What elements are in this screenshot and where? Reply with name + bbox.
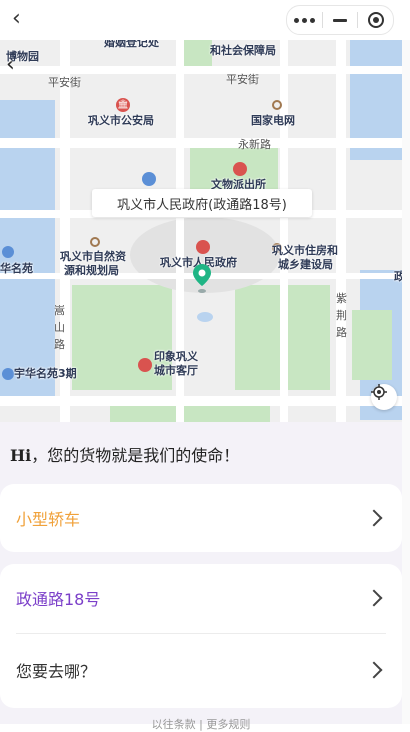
top-nav-bar: ‹ [0,0,410,40]
address-divider [16,633,386,634]
vehicle-card: 小型轿车 [0,484,402,552]
greeting-text: ，您的货物就是我们的使命！ [31,446,240,465]
to-address-row[interactable]: 您要去哪？ [16,636,386,704]
road-label-songshan-2: 山 [54,321,65,334]
poi-dot-icon [272,100,282,110]
greeting: Hi，您的货物就是我们的使命！ [10,442,239,466]
map-label-marriage: 婚姻登记处 [104,40,159,49]
map-label-grid: 国家电网 [251,114,295,127]
map-label-housing-2: 城乡建设局 [278,258,333,271]
road-label-songshan-1: 嵩 [54,304,65,317]
back-icon[interactable]: ‹ [12,8,34,30]
greeting-hi: Hi [10,446,32,465]
map-view[interactable]: ‹ 婚姻登记处 和社会保障局 博物园 平安街 平安街 永新路 🏛 巩义市公安局 … [0,40,410,422]
from-address-label: 政通路18号 [16,590,101,609]
poi-dot-icon [90,237,100,247]
footer-links[interactable]: 以往条款 | 更多规则 [0,716,402,732]
vehicle-type-label: 小型轿车 [16,510,81,529]
scrollbar[interactable] [402,40,410,724]
road-label-songshan-3: 路 [54,338,65,351]
residential-icon [2,368,14,380]
mini-program-capsule [286,5,394,35]
chevron-right-icon [365,509,383,527]
map-label-guest-2: 城市客厅 [154,364,198,377]
minimize-icon[interactable] [323,6,358,34]
map-tiles [0,40,410,422]
relocate-button[interactable] [371,384,397,410]
map-label-yuhua: 宇华名苑3期 [14,367,77,380]
order-panel: Hi，您的货物就是我们的使命！ 小型轿车 政通路18号 您要去哪？ 以往条款 |… [0,422,402,731]
location-callout: 巩义市人民政府(政通路18号) [92,189,312,217]
map-label-guest-1: 印象巩义 [154,350,198,363]
to-address-label: 您要去哪？ [16,662,97,681]
police-station-icon [233,162,247,176]
target-close-icon[interactable] [358,6,393,34]
road-label-pingan-right: 平安街 [226,73,259,86]
road-label-pingan-left: 平安街 [48,76,81,89]
map-label-social-security: 和社会保障局 [210,44,276,57]
map-label-museum: 博物园 [6,50,39,63]
from-address-row[interactable]: 政通路18号 [16,564,386,632]
map-label-police: 巩义市公安局 [88,114,154,127]
map-label-huaming: 华名苑 [0,262,33,275]
chevron-right-icon [365,661,383,679]
address-card: 政通路18号 您要去哪？ [0,564,402,708]
locate-target-icon [371,384,387,400]
vehicle-select-row[interactable]: 小型轿车 [16,484,386,552]
more-dots-icon[interactable] [287,6,322,34]
road-label-yongxin: 永新路 [238,138,271,151]
map-label-resources-1: 巩义市自然资 [60,250,126,263]
government-icon [196,240,210,254]
road-label-zijing-1: 紫 [336,292,347,305]
chevron-right-icon [365,589,383,607]
map-label-resources-2: 源和规划局 [64,264,119,277]
residential-icon [2,246,14,258]
bus-icon [142,172,156,186]
bank-icon: 🏛 [116,98,130,112]
location-pin-icon [193,264,211,293]
tourism-icon [138,358,152,372]
map-label-housing-1: 巩义市住房和 [272,244,338,257]
road-label-zijing-2: 荆 [336,309,347,322]
road-label-zijing-3: 路 [336,326,347,339]
